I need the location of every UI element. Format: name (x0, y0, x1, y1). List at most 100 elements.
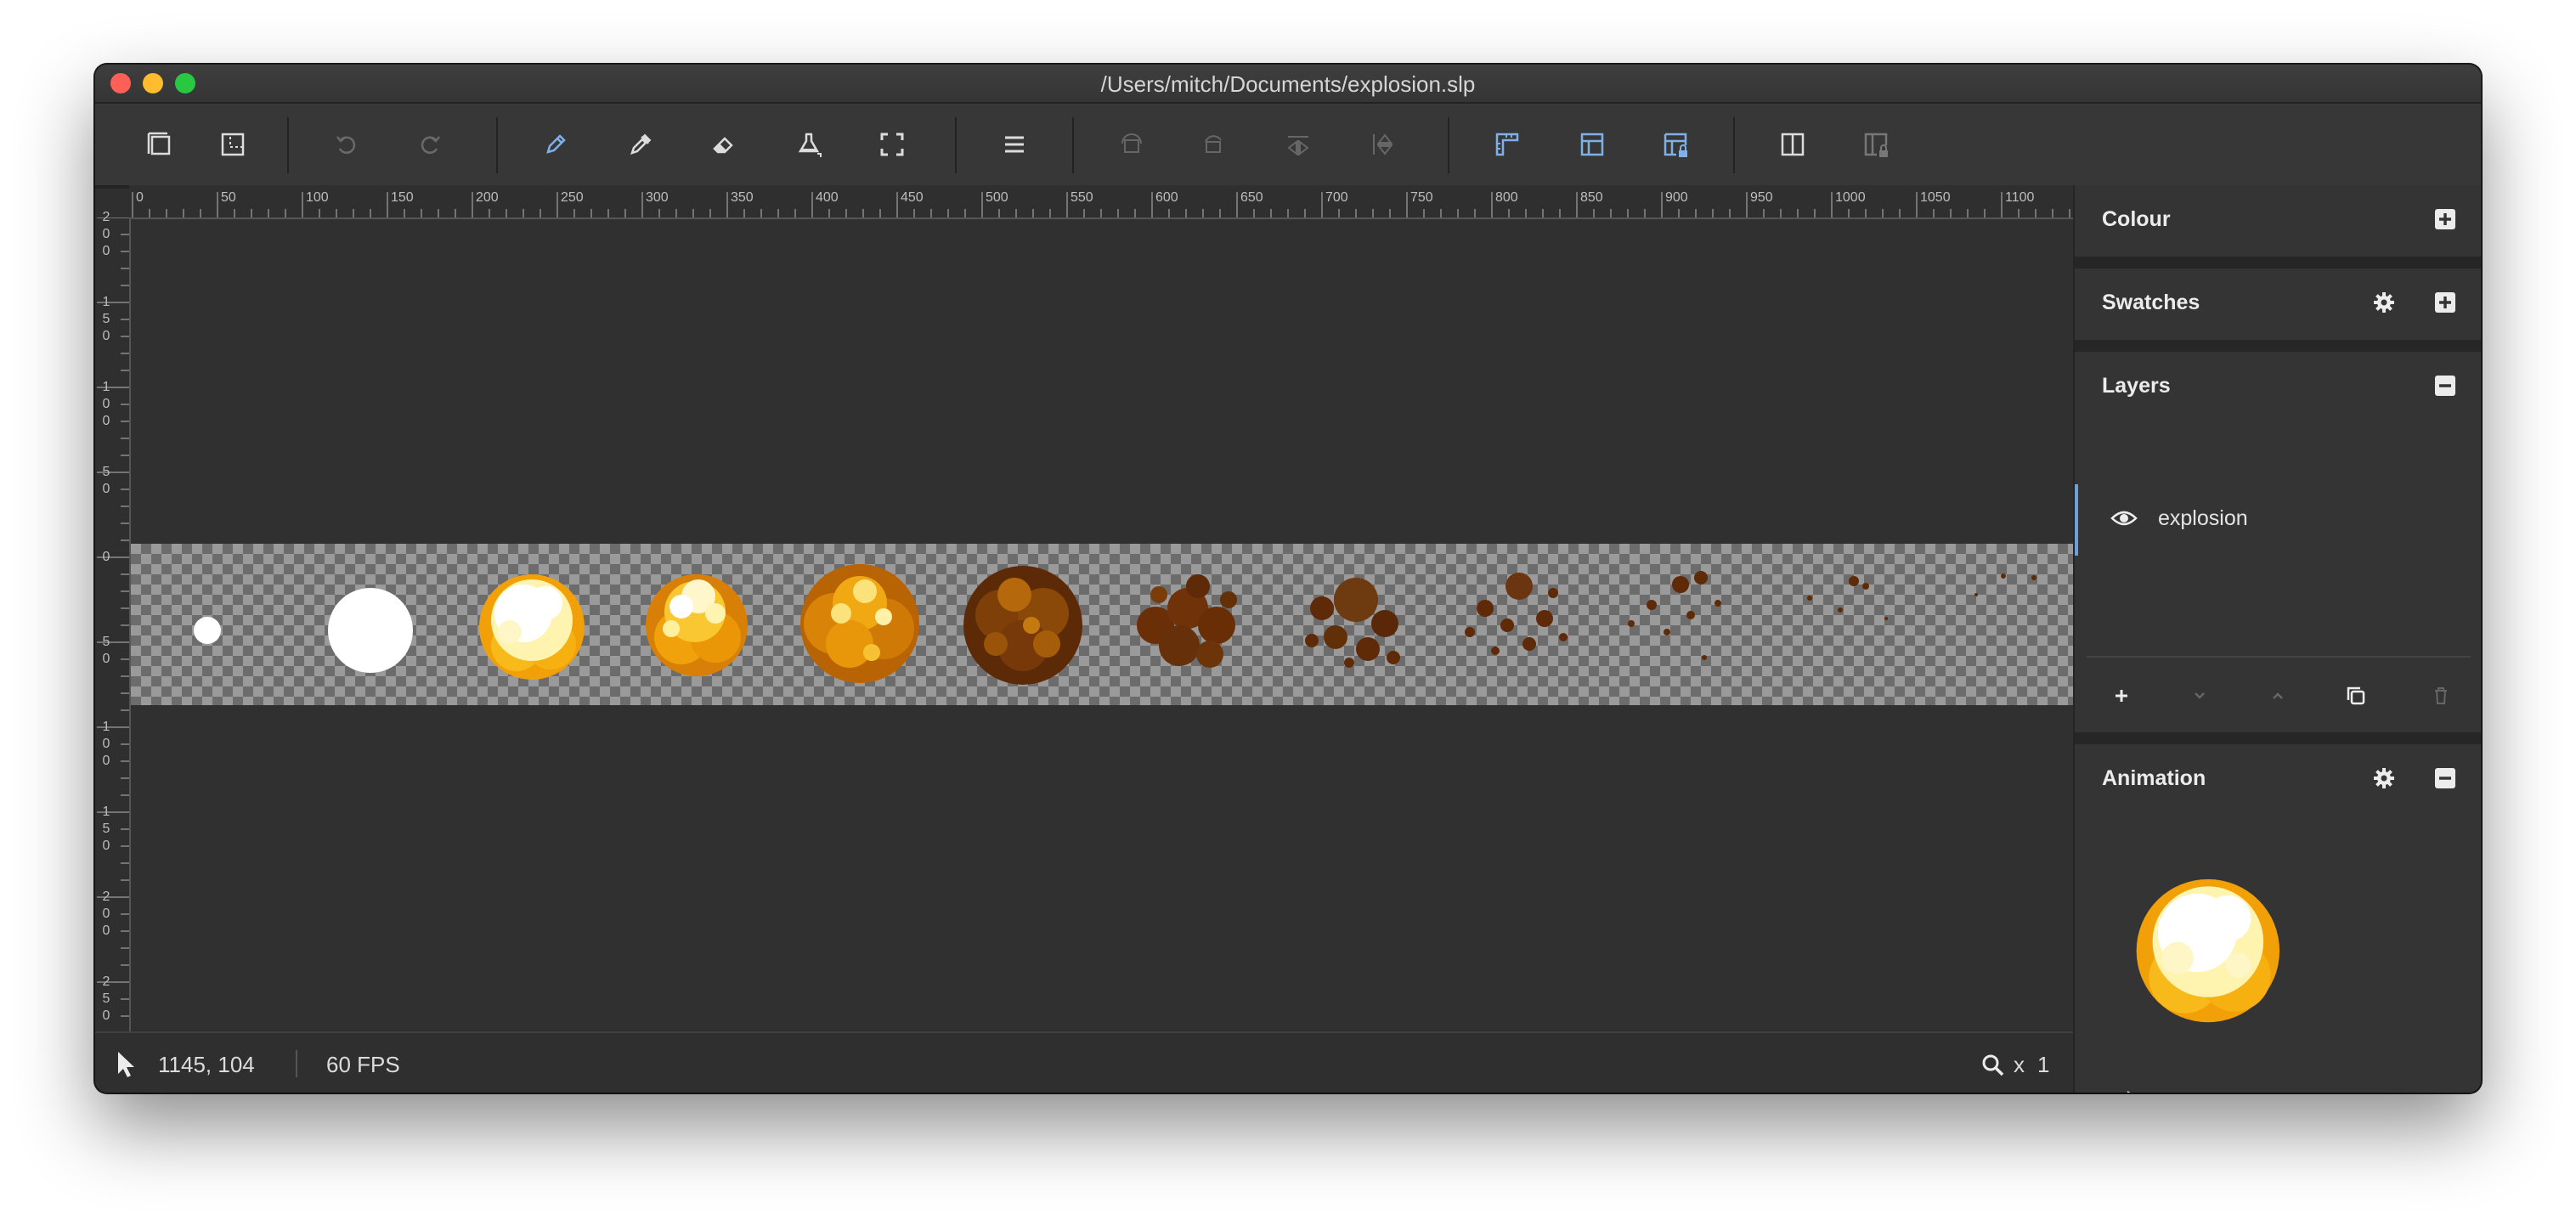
layer-row[interactable]: explosion (2075, 484, 2481, 556)
gear-icon[interactable] (2372, 766, 2396, 790)
swatches-panel-title: Swatches (2102, 291, 2200, 314)
toolbar-separator (1072, 117, 1074, 173)
ruler-guides-icon (1495, 133, 1519, 156)
pencil-tool-button[interactable] (534, 122, 578, 167)
status-bar: 1145, 104 60 FPS x 1 (95, 1031, 2073, 1093)
eraser-tool-button[interactable] (702, 122, 746, 167)
left-ruler: 200 150 100 50 0 50 100 150 200 250 (95, 210, 131, 1031)
cursor-icon (118, 1052, 134, 1077)
right-panel: Colour Swatches Layers explosion Animati… (2073, 185, 2481, 1093)
ruler-tick-label: 1050 (1920, 190, 1951, 205)
ruler-guides-button[interactable] (1485, 122, 1529, 167)
toolbar-separator (1448, 117, 1449, 173)
ruler-tick-label: 50 (102, 635, 110, 666)
frame-11-image (1807, 576, 1888, 620)
rotate-button[interactable] (1191, 122, 1235, 167)
redo-button[interactable] (408, 122, 452, 167)
flip-icon-2 (1373, 133, 1393, 155)
collapse-minus-icon[interactable] (2433, 374, 2457, 398)
duplicate-layer-icon[interactable] (2343, 683, 2369, 709)
fill-icon (798, 133, 822, 157)
move-layer-down-icon[interactable] (2187, 683, 2212, 709)
ruler-tick-label: 100 (102, 720, 110, 768)
layer-actions (2087, 656, 2471, 734)
loop-icon[interactable] (2426, 1091, 2452, 1093)
ruler-tick-label: 0 (136, 190, 144, 205)
lock-split-view-button[interactable] (1854, 122, 1898, 167)
drawing-canvas[interactable] (131, 219, 2073, 1030)
ruler-tick-label: 0 (102, 550, 110, 564)
ruler-tick-label: 50 (221, 190, 236, 205)
ruler-tick-label: 250 (102, 974, 110, 1023)
frame-4-image (646, 574, 748, 676)
expand-plus-icon[interactable] (2433, 207, 2457, 231)
selection-icon (880, 133, 904, 156)
title-bar: /Users/mitch/Documents/explosion.slp (95, 65, 2481, 104)
rotate-icon (1205, 135, 1222, 153)
colour-panel-header[interactable]: Colour (2075, 185, 2481, 257)
redo-icon (421, 136, 440, 154)
animation-preview (2136, 878, 2280, 1023)
split-view-icon (1781, 133, 1805, 156)
grid-button[interactable] (1570, 122, 1614, 167)
eyedropper-icon (630, 133, 652, 155)
flip-horizontal-icon (1121, 133, 1142, 153)
layers-panel-title: Layers (2102, 374, 2171, 398)
menu-button[interactable] (992, 122, 1037, 167)
gear-icon[interactable] (2372, 291, 2396, 314)
ruler-tick-label: 600 (1155, 190, 1178, 205)
eye-icon[interactable] (2110, 508, 2138, 528)
ruler-tick-label: 750 (1410, 190, 1433, 205)
add-layer-icon[interactable] (2109, 683, 2134, 709)
layers-panel-header[interactable]: Layers (2075, 352, 2481, 423)
play-icon[interactable] (2122, 1087, 2148, 1093)
flip-horizontal-button[interactable] (1110, 122, 1154, 167)
toolbar-separator (955, 117, 957, 173)
canvas-size-icon (147, 132, 171, 155)
fill-tool-button[interactable] (787, 122, 831, 167)
toolbar (95, 104, 2481, 189)
frame-3-image (479, 574, 585, 680)
eraser-icon (713, 137, 733, 154)
ruler-tick-label: 900 (1665, 190, 1688, 205)
ruler-tick-label: 300 (646, 190, 669, 205)
frame-6-image (963, 566, 1082, 685)
collapse-minus-icon[interactable] (2433, 766, 2457, 790)
delete-layer-icon[interactable] (2428, 683, 2454, 709)
eyedropper-tool-button[interactable] (619, 122, 663, 167)
image-size-button[interactable] (211, 122, 255, 167)
frame-5-image (800, 564, 919, 683)
zoom-icon[interactable] (1981, 1053, 2005, 1077)
animation-panel-header[interactable]: Animation (2075, 744, 2481, 816)
image-size-icon (221, 133, 245, 156)
selection-tool-button[interactable] (870, 122, 914, 167)
ruler-tick-label: 1000 (1835, 190, 1866, 205)
ruler-tick-label: 1100 (2005, 190, 2035, 205)
zoom-prefix: x (2014, 1052, 2025, 1077)
panel-divider (2075, 732, 2481, 744)
colour-panel-title: Colour (2102, 207, 2171, 231)
split-view-button[interactable] (1771, 122, 1815, 167)
canvas-size-button[interactable] (138, 122, 182, 167)
ruler-tick-label: 150 (102, 805, 110, 853)
toolbar-separator (287, 117, 289, 173)
flip-button-1[interactable] (1276, 122, 1320, 167)
ruler-tick-label: 950 (1750, 190, 1773, 205)
frame-12-image (1974, 573, 2037, 596)
ruler-tick-label: 850 (1580, 190, 1603, 205)
expand-plus-icon[interactable] (2433, 291, 2457, 314)
panel-divider (2075, 257, 2481, 268)
flip-button-2[interactable] (1359, 122, 1404, 167)
sprite-sheet-strip[interactable] (131, 544, 2073, 705)
undo-icon (336, 136, 356, 154)
flip-icon-1 (1287, 136, 1309, 156)
zoom-level[interactable]: 1 (2037, 1052, 2049, 1078)
frame-8-image (1305, 578, 1400, 668)
lock-guides-button[interactable] (1653, 122, 1698, 167)
swatches-panel-header[interactable]: Swatches (2075, 268, 2481, 340)
move-layer-up-icon[interactable] (2265, 683, 2291, 709)
frame-9-image (1465, 573, 1568, 655)
toolbar-separator (496, 117, 498, 173)
toolbar-separator (1733, 117, 1735, 173)
undo-button[interactable] (325, 122, 369, 167)
